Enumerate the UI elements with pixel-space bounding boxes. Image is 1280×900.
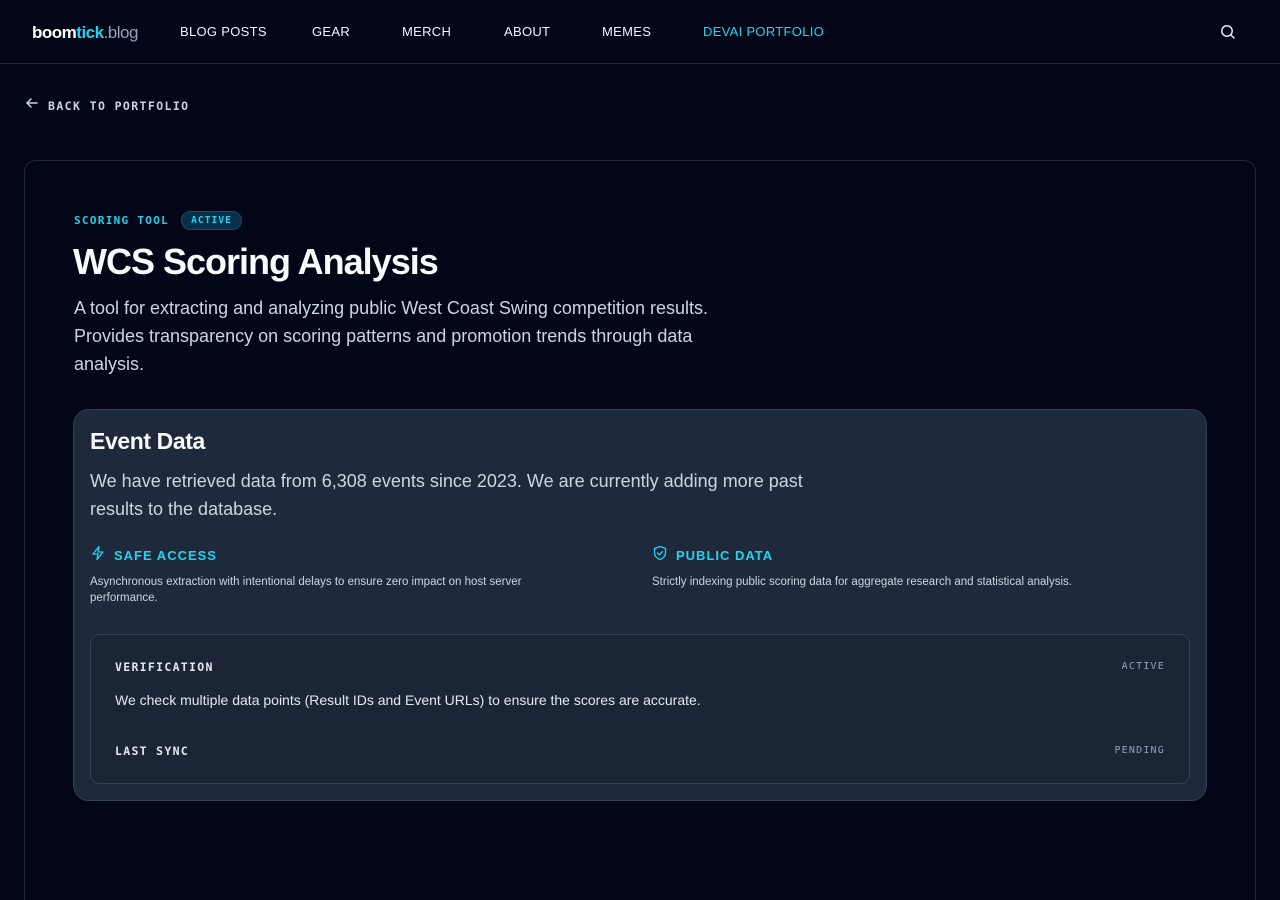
project-eyebrow: SCORING TOOL ACTIVE	[74, 211, 242, 230]
back-to-portfolio-link[interactable]: BACK TO PORTFOLIO	[25, 96, 190, 115]
main-nav: BLOG POSTS GEAR MERCH ABOUT MEMES DEVAI …	[0, 0, 1280, 64]
site-header: boom tick .blog BLOG POSTS GEAR MERCH ABOU…	[0, 0, 1280, 64]
verification-text: We check multiple data points (Result ID…	[115, 692, 701, 708]
feature-public-data: PUBLIC DATA Strictly indexing public sco…	[652, 545, 1172, 590]
page-title: WCS Scoring Analysis	[73, 241, 439, 282]
nav-item-about[interactable]: ABOUT	[504, 24, 550, 39]
feature-text: Strictly indexing public scoring data fo…	[652, 576, 1072, 588]
event-data-title: Event Data	[90, 428, 205, 454]
lightning-icon	[90, 545, 106, 566]
feature-safe-access: SAFE ACCESS Asynchronous extraction with…	[90, 545, 590, 606]
nav-item-merch[interactable]: MERCH	[402, 24, 451, 39]
last-sync-label: LAST SYNC	[115, 744, 190, 758]
verification-label: VERIFICATION	[115, 660, 214, 674]
project-category: SCORING TOOL	[74, 214, 170, 227]
feature-text: Asynchronous extraction with intentional…	[90, 576, 522, 604]
status-badge: ACTIVE	[181, 211, 242, 230]
event-data-description: We have retrieved data from 6,308 events…	[90, 471, 803, 519]
verification-status: ACTIVE	[1121, 661, 1165, 672]
feature-title: PUBLIC DATA	[676, 548, 774, 563]
project-description: A tool for extracting and analyzing publ…	[74, 298, 708, 374]
event-data-card: Event Data We have retrieved data from 6…	[73, 409, 1207, 801]
project-card: SCORING TOOL ACTIVE WCS Scoring Analysis…	[24, 160, 1256, 900]
arrow-left-icon	[25, 96, 39, 115]
nav-item-devai-portfolio[interactable]: DEVAI PORTFOLIO	[703, 24, 824, 39]
back-link-label: BACK TO PORTFOLIO	[48, 98, 190, 113]
last-sync-status: PENDING	[1114, 745, 1165, 756]
nav-item-blog-posts[interactable]: BLOG POSTS	[180, 24, 267, 39]
nav-item-gear[interactable]: GEAR	[312, 24, 350, 39]
shield-check-icon	[652, 545, 668, 566]
nav-item-memes[interactable]: MEMES	[602, 24, 651, 39]
feature-title: SAFE ACCESS	[114, 548, 217, 563]
search-icon[interactable]	[1219, 23, 1237, 41]
status-panel: VERIFICATION ACTIVE We check multiple da…	[90, 634, 1190, 784]
